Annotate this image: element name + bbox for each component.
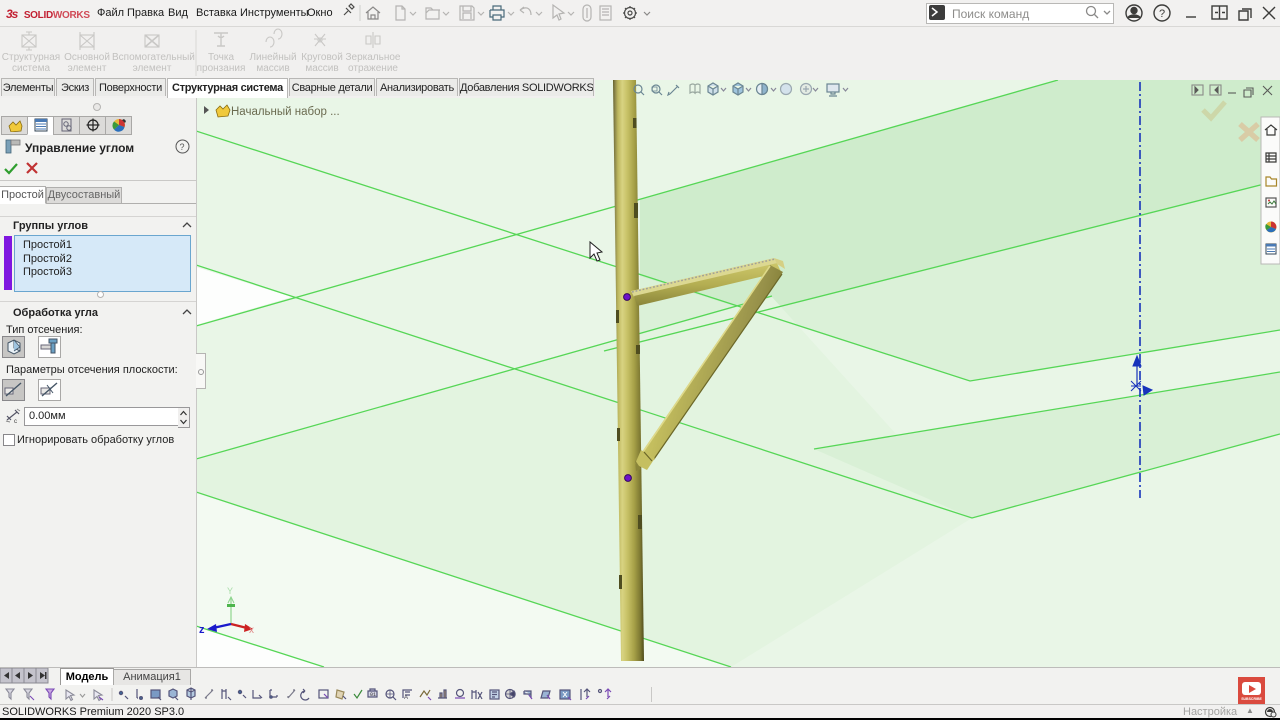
svg-text:Y: Y xyxy=(227,586,233,596)
svg-text:01: 01 xyxy=(370,692,376,698)
svg-text:A: A xyxy=(404,695,408,701)
svg-text:?: ? xyxy=(180,142,185,152)
svg-text:Начальный набор ...: Начальный набор ... xyxy=(231,106,340,118)
svg-text:z: z xyxy=(199,624,205,636)
svg-text:?: ? xyxy=(1159,8,1165,20)
svg-text:c: c xyxy=(14,419,17,424)
svg-text:x: x xyxy=(249,625,254,636)
